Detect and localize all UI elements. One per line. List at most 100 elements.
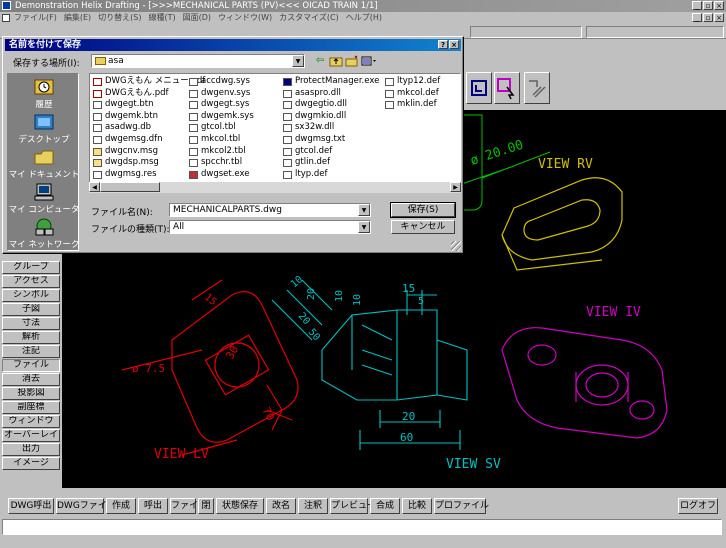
list-item[interactable]: mklin.def [384, 99, 440, 111]
sidebar-btn-analysis[interactable]: 解析 [2, 331, 60, 344]
dwg-load-button[interactable]: DWG呼出 [8, 498, 54, 514]
save-button[interactable]: 保存(S) [390, 202, 456, 218]
sidebar-btn-erase[interactable]: 消去 [2, 373, 60, 386]
menu-drawing[interactable]: 図面(D) [183, 12, 211, 24]
rename-button[interactable]: 改名 [266, 498, 296, 514]
list-item[interactable]: spcchr.tbl [188, 157, 254, 169]
list-item[interactable]: accdwg.sys [188, 76, 254, 88]
close-file-button[interactable]: 閉 [198, 498, 214, 514]
menu-help[interactable]: ヘルプ(H) [346, 12, 382, 24]
horizontal-scrollbar[interactable]: ◀ ▶ [89, 182, 461, 193]
list-item[interactable]: mkcol.tbl [188, 134, 254, 146]
sidebar-btn-access[interactable]: アクセス [2, 275, 60, 288]
menu-window[interactable]: ウィンドウ(W) [218, 12, 272, 24]
list-item[interactable]: dwgmsg.txt [282, 134, 379, 146]
chevron-down-icon[interactable]: ▼ [292, 55, 304, 67]
view-menu-icon[interactable] [361, 55, 376, 67]
list-item[interactable]: gtlin.def [282, 157, 379, 169]
sidebar-btn-file[interactable]: ファイル [2, 359, 60, 372]
load-button[interactable]: 呼出 [138, 498, 168, 514]
logoff-button[interactable]: ログオフ [678, 498, 718, 514]
sidebar-btn-overlay[interactable]: オーバーレイ [2, 429, 60, 442]
place-my-computer[interactable]: マイ コンピュータ [8, 181, 80, 215]
list-item[interactable]: dwgenv.sys [188, 88, 254, 100]
sidebar-btn-subcoord[interactable]: 副座標 [2, 401, 60, 414]
chevron-down-icon[interactable]: ▼ [358, 221, 370, 233]
menu-edit[interactable]: 編集(E) [64, 12, 91, 24]
preview-button[interactable]: プレビュー [330, 498, 376, 514]
dll-file-icon [283, 101, 292, 110]
sidebar-btn-group[interactable]: グループ [2, 261, 60, 274]
doc-minimize-icon[interactable]: _ [692, 13, 702, 22]
list-item[interactable]: gtcol.tbl [188, 122, 254, 134]
scroll-thumb[interactable] [100, 182, 160, 192]
save-state-button[interactable]: 状態保存 [216, 498, 264, 514]
list-item[interactable]: dwgegt.sys [188, 99, 254, 111]
cancel-button[interactable]: キャンセル [391, 220, 455, 234]
sidebar-btn-symbol[interactable]: シンボル [2, 289, 60, 302]
close-icon[interactable]: × [714, 1, 724, 10]
maximize-icon[interactable]: ▫ [703, 1, 713, 10]
def-file-icon [283, 170, 292, 179]
menu-switch[interactable]: 切り替え(S) [98, 12, 141, 24]
list-item[interactable]: ltyp.def [282, 169, 379, 181]
annotate-button[interactable]: 注釈 [298, 498, 328, 514]
dialog-close-icon[interactable]: × [449, 40, 459, 49]
stretch-tool-icon[interactable] [524, 72, 550, 104]
list-item[interactable]: mkcol2.tbl [188, 146, 254, 158]
file-button[interactable]: ファイル [170, 498, 207, 514]
list-item[interactable]: ltyp12.def [384, 76, 440, 88]
list-item[interactable]: asaspro.dll [282, 88, 379, 100]
toolbar-field[interactable] [586, 26, 724, 38]
scroll-right-icon[interactable]: ▶ [450, 182, 461, 192]
dwg-file-button[interactable]: DWGファイル [56, 498, 116, 514]
list-item[interactable]: mkcol.def [384, 88, 440, 100]
compare-button[interactable]: 比較 [402, 498, 432, 514]
list-item[interactable]: dwgemk.sys [188, 111, 254, 123]
place-my-network[interactable]: マイ ネットワーク [8, 216, 80, 250]
sidebar-btn-output[interactable]: 出力 [2, 443, 60, 456]
place-history[interactable]: 履歴 [8, 76, 80, 110]
filetype-select[interactable]: All ▼ [169, 220, 371, 234]
def-file-icon [385, 101, 394, 110]
scroll-left-icon[interactable]: ◀ [89, 182, 100, 192]
menu-customize[interactable]: カスタマイズ(C) [279, 12, 339, 24]
new-folder-icon[interactable] [345, 55, 359, 67]
help-icon[interactable]: ? [438, 40, 448, 49]
list-item[interactable]: dwgmkio.dll [282, 111, 379, 123]
chevron-down-icon[interactable]: ▼ [358, 204, 370, 216]
sidebar-btn-child[interactable]: 子図 [2, 303, 60, 316]
window-tool-icon[interactable] [466, 72, 492, 104]
system-file-icon [189, 78, 198, 86]
sidebar-btn-window[interactable]: ウィンドウ [2, 415, 60, 428]
back-arrow-icon[interactable]: ⇦ [313, 55, 327, 67]
list-item[interactable]: dwgset.exe [188, 169, 254, 181]
select-tool-icon[interactable] [494, 72, 520, 104]
place-my-documents[interactable]: マイ ドキュメント [8, 146, 80, 180]
up-folder-icon[interactable] [329, 55, 343, 67]
sidebar-btn-dimension[interactable]: 寸法 [2, 317, 60, 330]
menu-linetype[interactable]: 線種(T) [148, 12, 175, 24]
doc-close-icon[interactable]: × [714, 13, 724, 22]
resize-grip-icon[interactable] [451, 241, 461, 251]
merge-button[interactable]: 合成 [370, 498, 400, 514]
sidebar-btn-projection[interactable]: 投影図 [2, 387, 60, 400]
sidebar-btn-image[interactable]: イメージ [2, 457, 60, 470]
menu-file[interactable]: ファイル(F) [14, 12, 57, 24]
dimension-label: 20 [402, 410, 415, 423]
toolbar-field[interactable] [470, 26, 582, 38]
doc-maximize-icon[interactable]: ▫ [703, 13, 713, 22]
location-combo[interactable]: asa ▼ [91, 54, 305, 68]
list-item[interactable]: gtcol.def [282, 146, 379, 158]
create-button[interactable]: 作成 [106, 498, 136, 514]
profile-button[interactable]: プロファイル [434, 498, 489, 514]
location-value: asa [108, 56, 124, 66]
minimize-icon[interactable]: _ [692, 1, 702, 10]
list-item[interactable]: ProtectManager.exe [282, 76, 379, 88]
list-item[interactable]: sx32w.dll [282, 122, 379, 134]
list-item[interactable]: dwgegtio.dll [282, 99, 379, 111]
place-desktop[interactable]: デスクトップ [8, 111, 80, 145]
sidebar-btn-note[interactable]: 注記 [2, 345, 60, 358]
file-list[interactable]: DWGえもん メニュー.pdf DWGえもん.pdf dwgegt.btn dw… [89, 73, 461, 193]
filename-input[interactable]: MECHANICALPARTS.dwg ▼ [169, 203, 371, 217]
